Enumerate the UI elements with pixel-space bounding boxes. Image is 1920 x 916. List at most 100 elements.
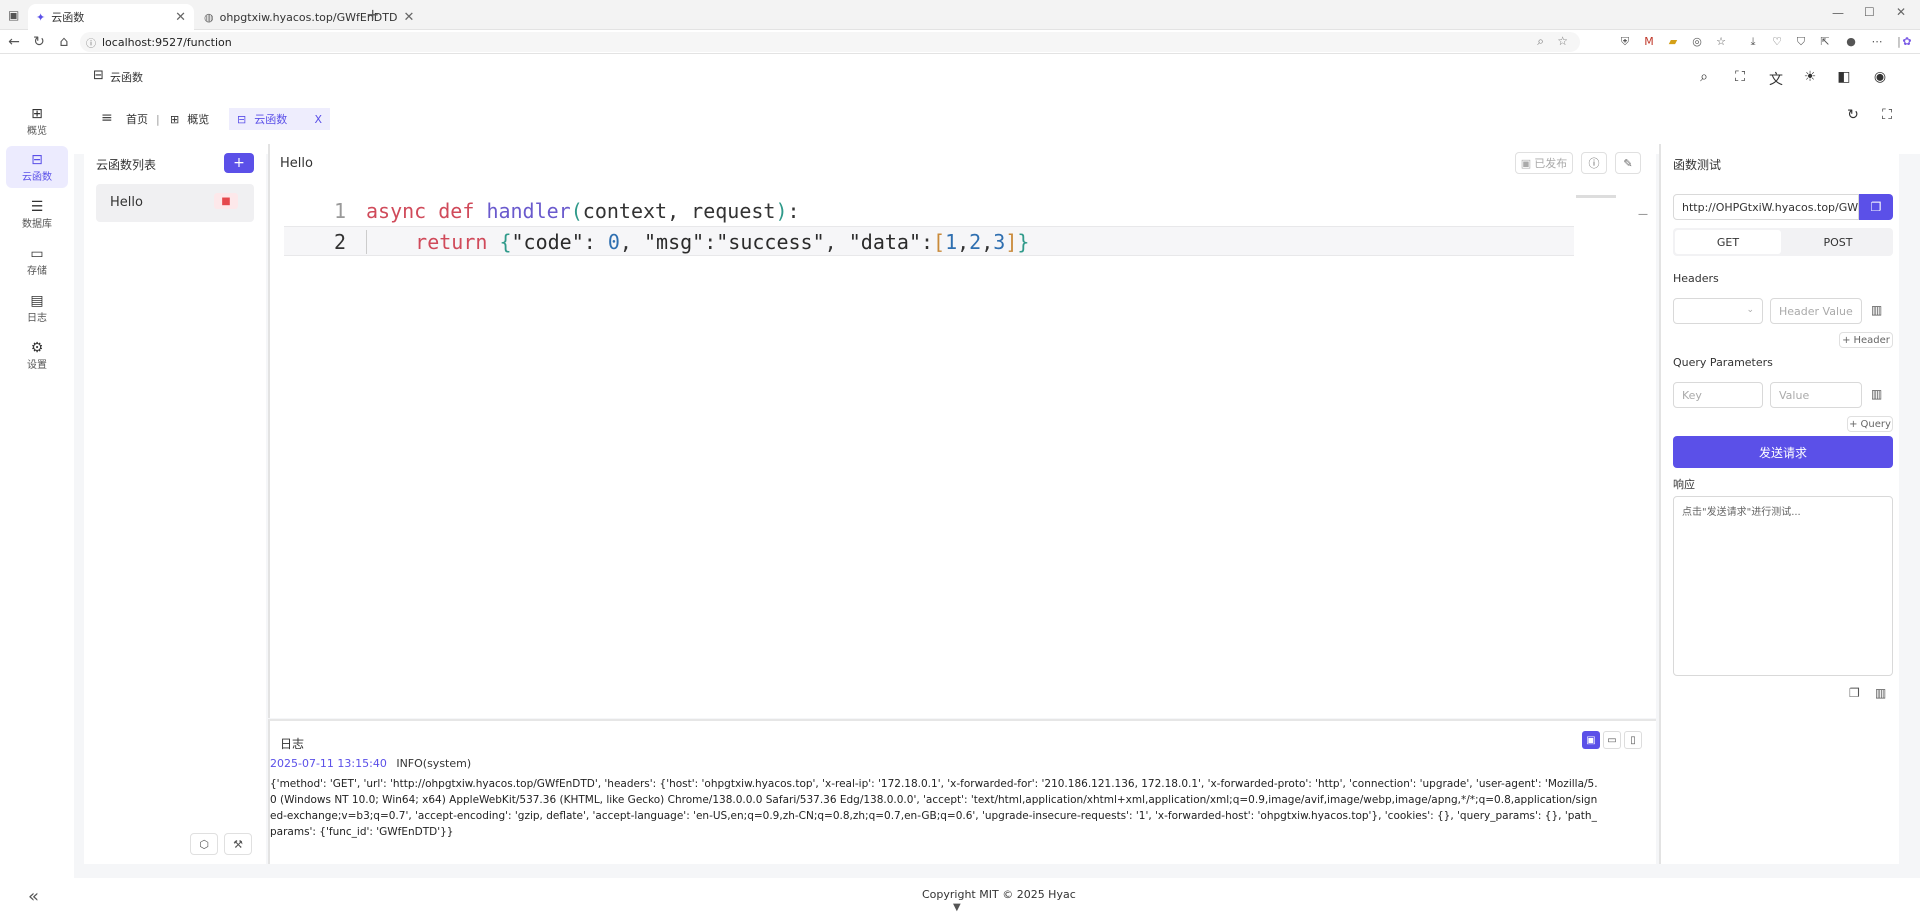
- theme-sun-icon[interactable]: ☀: [1801, 69, 1819, 85]
- scroll-down-icon[interactable]: ▼: [953, 902, 961, 913]
- shield-extension-icon[interactable]: ⛨: [1617, 34, 1633, 50]
- close-window-icon[interactable]: ✕: [1896, 5, 1906, 19]
- close-tab-icon[interactable]: ✕: [175, 10, 186, 25]
- add-query-button[interactable]: + Query: [1847, 416, 1893, 432]
- layout-icon[interactable]: ◧: [1835, 69, 1853, 85]
- trash-icon[interactable]: ▥: [1871, 303, 1882, 317]
- browser-tab-active[interactable]: ✦ 云函数 ✕: [28, 4, 194, 30]
- browser-tab-strip: ▣ ✦ 云函数 ✕ ◍ ohpgtxiw.hyacos.top/GWfEnDTD…: [0, 0, 1920, 30]
- hammer-icon: ⚒: [233, 837, 243, 851]
- tab-home[interactable]: 首页 |: [118, 108, 168, 130]
- query-value-field[interactable]: Value: [1770, 382, 1862, 408]
- favorites-icon[interactable]: ☆: [1713, 34, 1729, 50]
- tab-overview[interactable]: ⊞ 概览: [162, 108, 217, 130]
- app-footer: Copyright MIT © 2025 Hyac ▼: [74, 878, 1920, 916]
- pin-icon[interactable]: ●: [1843, 34, 1859, 50]
- method-get-button[interactable]: GET: [1675, 230, 1781, 254]
- sidebar-item-functions[interactable]: ⊟ 云函数: [6, 146, 68, 188]
- add-query-label: Query: [1860, 418, 1891, 430]
- close-tab-icon[interactable]: ✕: [403, 10, 414, 25]
- address-text: localhost:9527/function: [102, 35, 232, 49]
- sidebar-item-label: 云函数: [22, 171, 52, 183]
- sidebar-item-storage[interactable]: ▭ 存储: [6, 240, 68, 282]
- site-info-icon[interactable]: ⓘ: [86, 35, 96, 50]
- header-key-select[interactable]: ⌄: [1673, 298, 1763, 324]
- trash-icon[interactable]: ▥: [1871, 387, 1882, 401]
- extension-icon[interactable]: ◎: [1689, 34, 1705, 50]
- sidebar-item-settings[interactable]: ⚙ 设置: [6, 334, 68, 376]
- collapse-sidebar-icon[interactable]: «: [28, 886, 39, 907]
- save-disk-icon: ▣: [1520, 156, 1532, 170]
- address-bar[interactable]: ⓘ localhost:9527/function ⌕ ☆: [80, 32, 1580, 52]
- menu-icon[interactable]: ≡: [101, 110, 113, 126]
- expand-icon[interactable]: ⛶: [1878, 107, 1896, 123]
- terminal-view-button[interactable]: ▣: [1582, 731, 1600, 749]
- user-avatar-icon[interactable]: ◉: [1871, 69, 1889, 85]
- response-textarea[interactable]: 点击"发送请求"进行测试...: [1673, 496, 1893, 676]
- function-box-icon: ⊟: [93, 68, 104, 83]
- query-key-field[interactable]: Key: [1673, 382, 1763, 408]
- copy-icon[interactable]: ❐: [1849, 686, 1860, 700]
- database-icon: ☰: [30, 198, 44, 215]
- browser-essentials-icon[interactable]: ⛉: [1793, 34, 1809, 50]
- share-icon[interactable]: ⇱: [1817, 34, 1833, 50]
- extension-icon[interactable]: M: [1641, 34, 1657, 50]
- copilot-icon[interactable]: ✿: [1899, 34, 1915, 50]
- zoom-icon[interactable]: ⌕: [1537, 34, 1544, 49]
- browser-tab[interactable]: ◍ ohpgtxiw.hyacos.top/GWfEnDTD ✕: [196, 4, 414, 30]
- monitor-view-button[interactable]: ▭: [1603, 731, 1621, 749]
- grid-icon: ⊞: [170, 112, 180, 126]
- search-icon[interactable]: ⌕: [1695, 69, 1713, 85]
- info-button[interactable]: ⓘ: [1581, 152, 1607, 174]
- sidebar-item-overview[interactable]: ⊞ 概览: [6, 100, 68, 142]
- log-entry-header: 2025-07-11 13:15:40 INFO(system): [270, 757, 471, 770]
- tab-label: 云函数: [254, 113, 288, 126]
- delete-function-button[interactable]: ■: [214, 193, 238, 209]
- favorite-star-icon[interactable]: ☆: [1557, 34, 1568, 48]
- sidebar-item-logs[interactable]: ▤ 日志: [6, 287, 68, 329]
- add-header-button[interactable]: + Header: [1839, 332, 1893, 348]
- code-line-current[interactable]: 2 return {"code": 0, "msg":"success", "d…: [284, 226, 1574, 256]
- log-title: 日志: [280, 737, 305, 751]
- new-tab-icon[interactable]: +: [366, 5, 379, 24]
- health-icon[interactable]: ♡: [1769, 34, 1785, 50]
- refresh-icon[interactable]: ↻: [1844, 107, 1862, 123]
- cube-icon: ⬡: [199, 837, 209, 851]
- code-minimap[interactable]: [1576, 195, 1616, 198]
- function-box-icon: ⊟: [31, 151, 43, 168]
- trash-icon[interactable]: ▥: [1875, 686, 1886, 700]
- header-value-field[interactable]: Header Value: [1770, 298, 1862, 324]
- plus-icon: +: [1842, 334, 1851, 346]
- add-function-button[interactable]: +: [224, 153, 254, 173]
- copy-url-button[interactable]: ❐: [1859, 194, 1893, 220]
- document-view-button[interactable]: ▯: [1624, 731, 1642, 749]
- minimap-slider[interactable]: —: [1638, 209, 1648, 220]
- monitor-icon: ▭: [1607, 734, 1617, 746]
- url-field[interactable]: http://OHPGtxiW.hyacos.top/GW: [1673, 194, 1859, 220]
- translate-icon[interactable]: 文: [1767, 69, 1785, 89]
- grid-icon: ⊞: [31, 105, 43, 122]
- method-post-button[interactable]: POST: [1785, 230, 1891, 254]
- minimize-icon[interactable]: —: [1832, 6, 1844, 20]
- publish-button[interactable]: ▣ 已发布: [1515, 152, 1573, 174]
- edit-button[interactable]: ✎: [1615, 152, 1641, 174]
- more-icon[interactable]: ⋯: [1869, 34, 1885, 50]
- home-icon[interactable]: ⌂: [56, 34, 72, 50]
- back-icon[interactable]: ←: [6, 34, 22, 50]
- tab-functions[interactable]: ⊟ 云函数 X: [229, 108, 330, 130]
- code-line[interactable]: 1 async def handler(context, request):: [284, 196, 1574, 226]
- close-tab-button[interactable]: X: [314, 113, 322, 126]
- package-button[interactable]: ⬡: [190, 833, 218, 855]
- extension-icon[interactable]: ▰: [1665, 34, 1681, 50]
- maximize-icon[interactable]: ☐: [1864, 5, 1875, 19]
- list-item[interactable]: Hello ■: [96, 184, 254, 222]
- send-request-button[interactable]: 发送请求: [1673, 436, 1893, 468]
- tools-button[interactable]: ⚒: [224, 833, 252, 855]
- reload-icon[interactable]: ↻: [31, 34, 47, 50]
- tab-actions-icon[interactable]: ▣: [8, 8, 19, 22]
- sidebar-item-database[interactable]: ☰ 数据库: [6, 193, 68, 235]
- fullscreen-icon[interactable]: ⛶: [1731, 69, 1749, 85]
- download-icon[interactable]: ⤓: [1745, 34, 1761, 50]
- plus-icon: +: [1849, 418, 1858, 430]
- log-message: {'method': 'GET', 'url': 'http://ohpgtxi…: [270, 778, 1598, 838]
